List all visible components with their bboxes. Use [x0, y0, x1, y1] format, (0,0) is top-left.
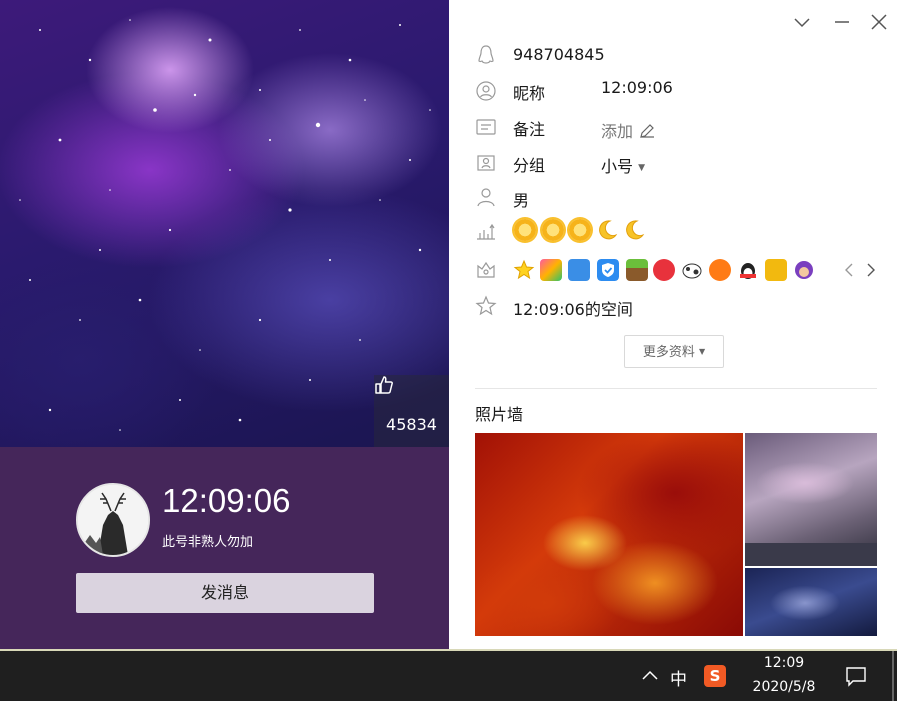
remark-add-text: 添加: [601, 122, 634, 141]
send-message-button[interactable]: 发消息: [76, 573, 374, 613]
qq-number: 948704845: [513, 45, 605, 64]
sun-icon: [514, 219, 536, 241]
signature: 此号非熟人勿加: [162, 535, 254, 550]
nickname-display: 12:09:06: [162, 482, 291, 519]
penguin-icon: [478, 45, 494, 64]
qq-profile-window: 45834 12:09:06 此号非熟人勿加 发消息 948704845 昵称 …: [0, 0, 897, 701]
app-badge-icon: [540, 259, 562, 281]
group-dropdown[interactable]: 小号 ▼: [601, 153, 645, 177]
nickname-label: 昵称: [513, 84, 546, 103]
chevron-down-icon[interactable]: [790, 10, 814, 34]
notification-center-icon[interactable]: [845, 665, 867, 687]
dropdown-caret-icon: ▼: [638, 163, 646, 173]
photo-wall-title: 照片墙: [475, 405, 524, 424]
star-icon: [475, 295, 497, 316]
crown-icon: [477, 261, 495, 278]
like-count: 45834: [386, 415, 437, 434]
more-info-button[interactable]: 更多资料 ▼: [624, 335, 724, 368]
avatar[interactable]: [76, 483, 150, 557]
dropdown-caret-icon: ▼: [699, 347, 706, 356]
remark-label: 备注: [513, 120, 546, 139]
left-panel: 45834 12:09:06 此号非熟人勿加 发消息: [0, 0, 449, 649]
minimize-icon[interactable]: [830, 10, 854, 34]
cow-badge-icon: [682, 263, 702, 279]
photo-wall-image[interactable]: [745, 433, 877, 566]
ime-indicator[interactable]: 中: [670, 665, 687, 690]
nickname-value: 12:09:06: [601, 78, 673, 97]
sogou-ime-icon[interactable]: S: [704, 665, 726, 687]
group-icon: [477, 155, 495, 171]
qzone-link[interactable]: 12:09:06的空间: [513, 296, 633, 320]
like-button[interactable]: 45834: [374, 375, 449, 447]
show-hidden-icons-icon[interactable]: [641, 668, 659, 682]
photo-wall-image[interactable]: [745, 568, 877, 636]
profile-card: 12:09:06 此号非熟人勿加 发消息: [0, 447, 449, 649]
sun-icon: [542, 219, 564, 241]
remark-add-link[interactable]: 添加: [601, 118, 656, 142]
close-icon[interactable]: [867, 10, 891, 34]
plant-badge-icon: [626, 259, 648, 281]
lock-badge-icon: [765, 259, 787, 281]
remark-card-icon: [476, 119, 496, 135]
more-info-label: 更多资料: [642, 345, 695, 360]
moon-icon: [599, 220, 618, 240]
camera-badge-icon: [568, 259, 590, 281]
edit-pencil-icon: [640, 124, 655, 138]
show-desktop-button[interactable]: [892, 651, 894, 701]
clock-time[interactable]: 12:09: [744, 655, 824, 671]
heart-badge-icon: [653, 259, 675, 281]
gender: 男: [513, 191, 530, 210]
group-value: 小号: [601, 157, 634, 176]
cover-image: 45834: [0, 0, 449, 447]
thumbs-up-icon: [375, 376, 393, 394]
game-badge-icon: [795, 261, 813, 279]
penguin-badge-icon: [740, 263, 756, 279]
chevron-left-icon[interactable]: [842, 261, 856, 279]
moon-icon: [626, 220, 645, 240]
clock-date[interactable]: 2020/5/8: [744, 679, 824, 695]
shield-badge-icon: [597, 259, 619, 281]
star-badge-icon: [513, 259, 535, 280]
divider: [475, 388, 877, 389]
sun-icon: [569, 219, 591, 241]
chevron-right-icon[interactable]: [864, 261, 878, 279]
person-icon: [477, 188, 495, 207]
photo-wall-image[interactable]: [475, 433, 743, 636]
user-circle-icon: [476, 81, 496, 101]
level-chart-icon: [477, 223, 495, 240]
circle-badge-icon: [709, 259, 731, 281]
group-label: 分组: [513, 156, 546, 175]
